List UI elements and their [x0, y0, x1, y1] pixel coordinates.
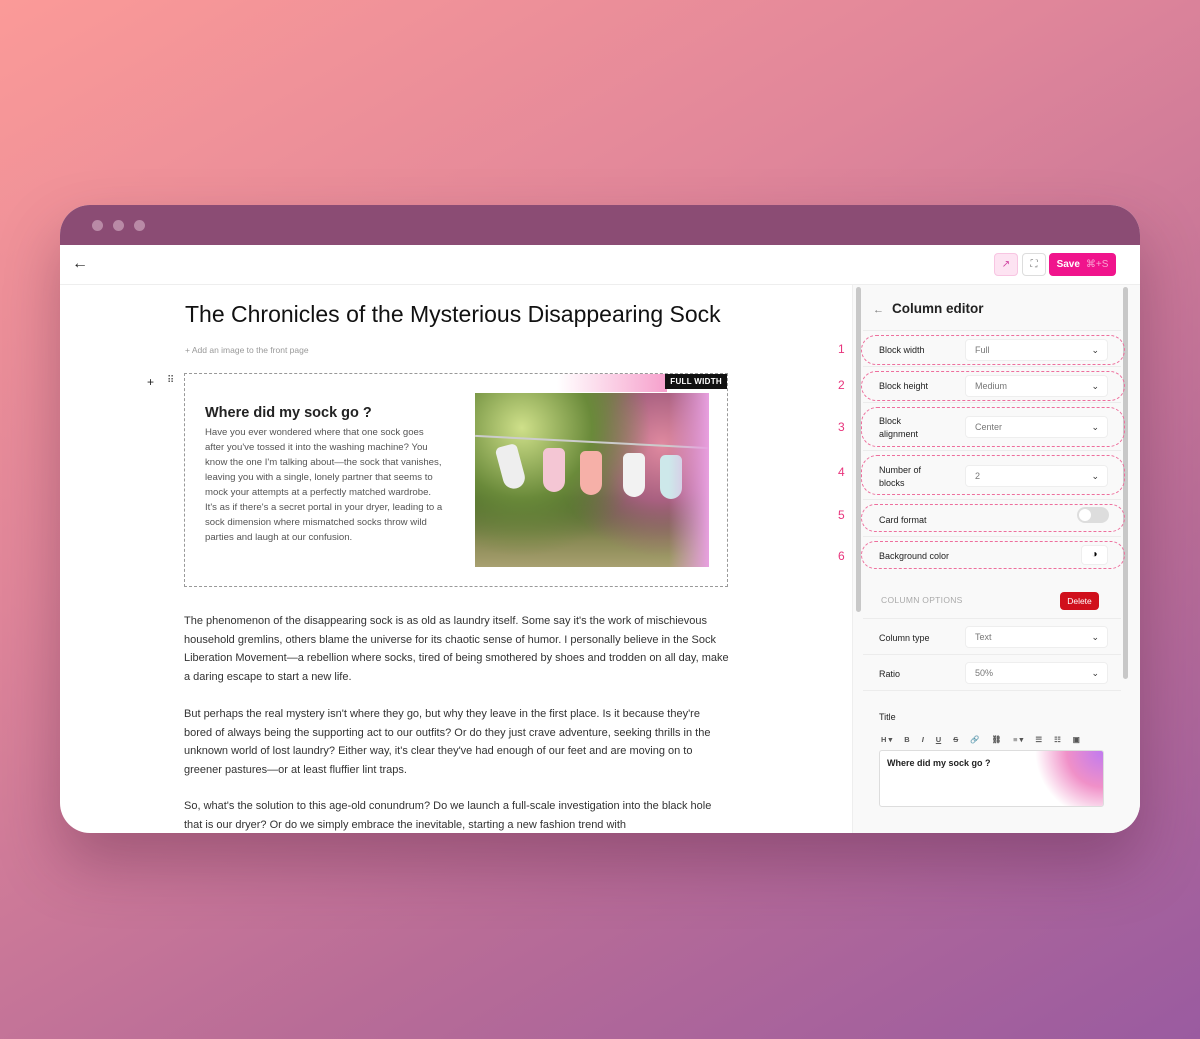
number-of-blocks-select[interactable]: 2 ⌄: [965, 465, 1108, 487]
title-editor-text: Where did my sock go ?: [887, 758, 991, 768]
block-height-label: Block height: [879, 381, 929, 391]
column-editor-panel: ← Column editor 1 Block width Full ⌄ 2 Blo…: [838, 285, 1140, 833]
toggle-knob: [1079, 509, 1091, 521]
column-type-label: Column type: [879, 633, 930, 643]
add-block-icon[interactable]: +: [147, 375, 154, 389]
save-shortcut: ⌘+S: [1085, 259, 1109, 270]
back-arrow-icon[interactable]: ←: [72, 255, 88, 273]
sock-image: [623, 453, 645, 497]
chevron-down-icon: ⌄: [1091, 345, 1099, 355]
heading-icon[interactable]: H ▾: [881, 735, 892, 744]
paragraph[interactable]: So, what's the solution to this age-old …: [184, 797, 729, 833]
select-value: Text: [975, 632, 992, 642]
block-text[interactable]: Have you ever wondered where that one so…: [205, 425, 445, 545]
chevron-down-icon: ⌄: [1091, 668, 1099, 678]
ratio-label: Ratio: [879, 669, 901, 679]
block-heading[interactable]: Where did my sock go ?: [205, 405, 372, 421]
select-value: 2: [975, 471, 981, 481]
image-icon[interactable]: ▣: [1073, 735, 1080, 744]
paragraph[interactable]: But perhaps the real mystery isn't where…: [184, 705, 729, 779]
chevron-down-icon: ⌄: [1091, 632, 1099, 642]
column-type-select[interactable]: Text ⌄: [965, 626, 1108, 648]
column-options-heading: COLUMN OPTIONS: [881, 595, 963, 605]
select-value: Medium: [975, 381, 1008, 391]
open-external-icon[interactable]: ↗: [994, 253, 1018, 276]
number-of-blocks-row: 4 Number of blocks 2 ⌄: [838, 450, 1125, 499]
toolbar: ← ↗ ⛶ Save ⌘+S: [60, 245, 1140, 285]
block-alignment-label: Block alignment: [879, 416, 919, 439]
app-window: ← ↗ ⛶ Save ⌘+S The Chronicles of the Myst…: [60, 205, 1140, 833]
select-value: 50%: [975, 668, 994, 678]
row-number: 6: [838, 549, 845, 563]
block-height-select[interactable]: Medium ⌄: [965, 375, 1108, 397]
ratio-row: Ratio 50% ⌄: [863, 654, 1121, 690]
block-alignment-select[interactable]: Center ⌄: [965, 416, 1108, 438]
strikethrough-icon[interactable]: S: [953, 735, 958, 744]
underline-icon[interactable]: U: [936, 735, 941, 744]
article-editor: The Chronicles of the Mysterious Disappe…: [60, 285, 850, 833]
window-titlebar: [60, 205, 1140, 245]
chevron-down-icon: ⌄: [1091, 471, 1099, 481]
panel-title: ← Column editor: [873, 301, 984, 316]
row-number: 1: [838, 342, 845, 356]
number-of-blocks-label: Number of blocks: [879, 465, 922, 488]
row-number: 5: [838, 508, 845, 522]
window-close-dot[interactable]: [92, 220, 103, 231]
row-number: 4: [838, 465, 845, 479]
window-maximize-dot[interactable]: [134, 220, 145, 231]
column-block[interactable]: FULL WIDTH Where did my sock go ? Have y…: [184, 373, 728, 587]
panel-title-text: Column editor: [892, 301, 984, 316]
block-width-label: Block width: [879, 345, 925, 355]
chevron-down-icon: ⌄: [1091, 381, 1099, 391]
window-minimize-dot[interactable]: [113, 220, 124, 231]
block-width-select[interactable]: Full ⌄: [965, 339, 1108, 361]
drag-handle-icon[interactable]: ⠿: [167, 375, 174, 386]
save-label: Save: [1056, 259, 1080, 270]
card-format-row: 5 Card format: [838, 499, 1125, 536]
select-value: Full: [975, 345, 990, 355]
bold-icon[interactable]: B: [904, 735, 909, 744]
background-color-label: Background color: [879, 551, 950, 561]
socks-photo: [475, 393, 709, 567]
photo-gradient: [669, 393, 709, 567]
block-alignment-row: 3 Block alignment Center ⌄: [838, 402, 1125, 450]
fullscreen-icon[interactable]: ⛶: [1022, 253, 1046, 276]
select-value: Center: [975, 422, 1003, 432]
card-format-toggle[interactable]: [1077, 507, 1109, 523]
ratio-select[interactable]: 50% ⌄: [965, 662, 1108, 684]
badge-gradient: [557, 374, 667, 392]
chevron-down-icon: ⌄: [1091, 422, 1099, 432]
row-number: 2: [838, 378, 845, 392]
row-number: 3: [838, 420, 845, 434]
paragraph[interactable]: The phenomenon of the disappearing sock …: [184, 612, 729, 686]
sock-image: [543, 448, 565, 492]
column-type-row: Column type Text ⌄: [863, 618, 1121, 654]
page-title[interactable]: The Chronicles of the Mysterious Disappe…: [185, 301, 721, 328]
sock-image: [494, 442, 528, 492]
title-label: Title: [879, 712, 896, 722]
background-color-row: 6 Background color ◑: [838, 536, 1125, 574]
title-editor[interactable]: Where did my sock go ?: [879, 750, 1104, 807]
italic-icon[interactable]: I: [922, 735, 924, 744]
unlink-icon[interactable]: ⛓: [992, 735, 1002, 744]
save-button[interactable]: Save ⌘+S: [1049, 253, 1116, 276]
bullet-list-icon[interactable]: ☰: [1035, 735, 1042, 744]
align-icon[interactable]: ≡ ▾: [1013, 735, 1023, 744]
add-image-link[interactable]: + Add an image to the front page: [185, 345, 309, 355]
editor-gradient: [1033, 751, 1103, 806]
back-arrow-icon[interactable]: ←: [873, 304, 884, 316]
block-width-row: 1 Block width Full ⌄: [838, 330, 1125, 366]
delete-button[interactable]: Delete: [1060, 592, 1099, 610]
main-scrollbar[interactable]: [856, 287, 861, 612]
sock-image: [580, 451, 602, 495]
block-height-row: 2 Block height Medium ⌄: [838, 366, 1125, 402]
contrast-icon[interactable]: ◑: [1081, 545, 1108, 565]
full-width-badge: FULL WIDTH: [665, 374, 727, 389]
rich-text-toolbar: H ▾ B I U S 🔗 ⛓ ≡ ▾ ☰ ☷ ▣: [881, 735, 1080, 744]
numbered-list-icon[interactable]: ☷: [1054, 735, 1061, 744]
link-icon[interactable]: 🔗: [970, 735, 979, 744]
card-format-label: Card format: [879, 515, 927, 525]
